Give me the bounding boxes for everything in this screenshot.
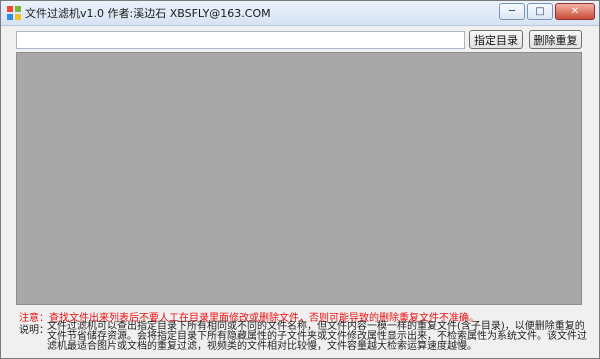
window-controls: ─ □ ✕ xyxy=(499,3,595,21)
file-list-view[interactable] xyxy=(16,52,582,305)
minimize-button[interactable]: ─ xyxy=(499,3,525,20)
title-bar[interactable]: 文件过滤机v1.0 作者:溪边石 XBSFLY@163.COM ─ □ ✕ xyxy=(1,1,599,26)
select-directory-button[interactable]: 指定目录 xyxy=(469,30,523,49)
main-window: 文件过滤机v1.0 作者:溪边石 XBSFLY@163.COM ─ □ ✕ 指定… xyxy=(0,0,600,359)
note-text: 文件过滤机可以查出指定目录下所有相同或不同的文件名称，但文件内容一模一样的重复文… xyxy=(47,321,587,352)
directory-path-input[interactable] xyxy=(16,31,465,49)
delete-duplicates-button[interactable]: 删除重复 xyxy=(529,30,582,49)
maximize-button[interactable]: □ xyxy=(527,3,553,20)
window-title: 文件过滤机v1.0 作者:溪边石 XBSFLY@163.COM xyxy=(25,7,271,20)
note-label: 说明： xyxy=(19,325,49,336)
close-button[interactable]: ✕ xyxy=(555,3,595,20)
app-window-icon xyxy=(7,6,21,20)
